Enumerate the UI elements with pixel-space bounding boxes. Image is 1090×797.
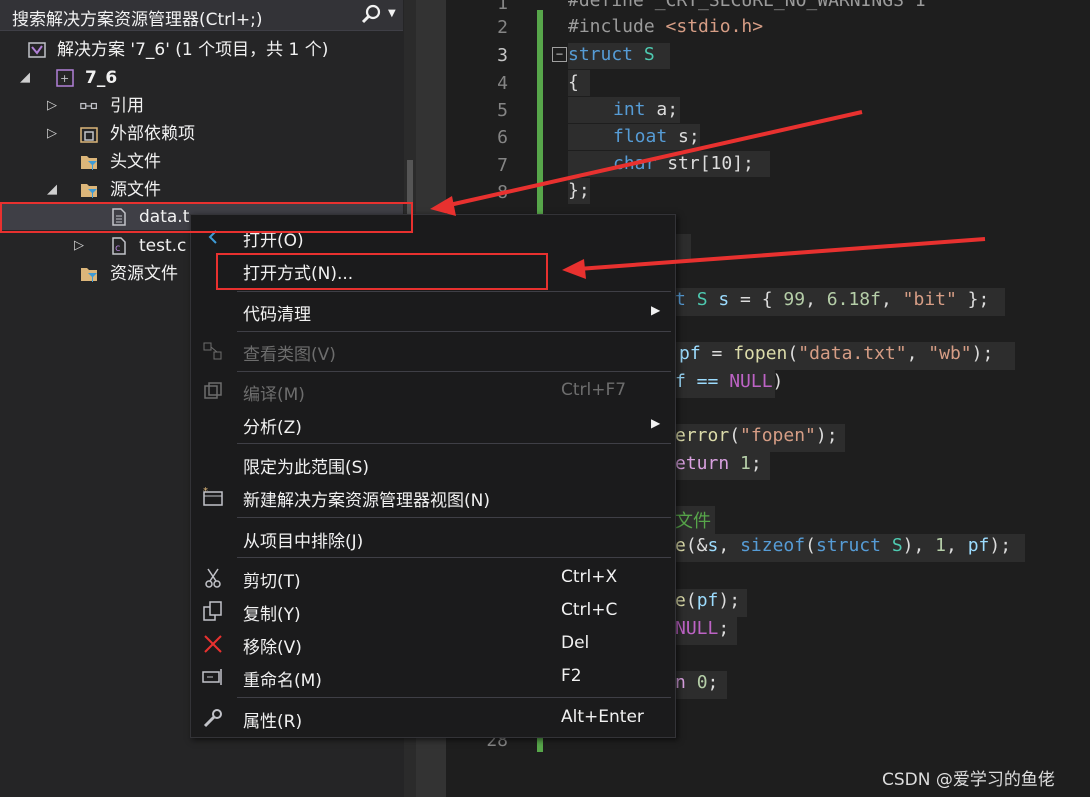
annotation-arrow: [444, 110, 863, 208]
arrowhead-icon: [430, 196, 456, 216]
arrowhead-icon: [562, 259, 586, 279]
annotation-arrow: [577, 237, 986, 271]
annotation-arrows: [430, 110, 986, 279]
watermark: CSDN @爱学习的鱼佬: [882, 770, 1055, 790]
